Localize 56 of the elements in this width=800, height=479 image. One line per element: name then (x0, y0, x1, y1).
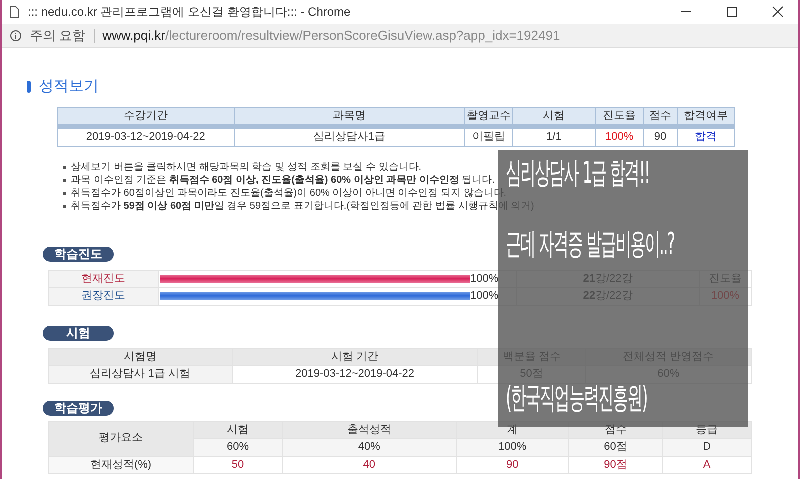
table-cell: 이필립 (464, 126, 513, 146)
column-header: 과목명 (234, 107, 465, 126)
bullet-icon (63, 192, 66, 194)
table-cell: 50 (194, 456, 282, 474)
column-header: 수강기간 (58, 107, 234, 126)
info-icon[interactable] (10, 30, 22, 42)
title-marker-icon (27, 81, 31, 94)
caption-text: 근데 자격증 발급비용이..? (506, 231, 675, 258)
column-header: 합격여부 (678, 107, 734, 126)
table-cell: 100% (456, 438, 569, 456)
column-header: 시험명 (48, 348, 232, 366)
table-cell: 심리상담사 1급 시험 (48, 366, 232, 383)
column-header: 점수 (644, 107, 678, 126)
page-title: 성적보기 (39, 77, 99, 97)
table-cell: 90 (456, 456, 569, 474)
table-cell: A (662, 456, 752, 474)
section-heading: 시험 (43, 326, 114, 340)
column-header: 진도율 (596, 107, 644, 126)
table-cell: 2019-03-12~2019-04-22 (58, 126, 234, 146)
result-link[interactable]: 합격 (678, 126, 734, 146)
page-icon (10, 6, 20, 18)
address-bar[interactable]: 주의 요함 www.pqi.kr/lectureroom/resultview/PersonScoreGisuView.asp?app_idx=192491 (2, 24, 798, 48)
table-cell: 2019-03-12~2019-04-22 (232, 366, 478, 383)
row-label: 현재진도 (48, 270, 158, 288)
table-cell: 90점 (568, 456, 663, 474)
table-cell: D (662, 438, 752, 456)
caption-text: 심리상담사 1급 합격!! (506, 160, 650, 187)
column-header: 촬영교수 (464, 107, 513, 126)
table-cell: 심리상담사1급 (234, 126, 465, 146)
column-header: 시험 (194, 421, 282, 438)
table-cell: 1/1 (512, 126, 596, 146)
table-cell: 60% (194, 438, 282, 456)
close-icon[interactable] (772, 6, 784, 18)
table-cell: 100% (596, 126, 644, 146)
window-title: ::: nedu.co.kr 관리프로그램에 오신걸 환영합니다::: - Chrome (28, 4, 352, 21)
note-text: 상세보기 버튼을 클릭하시면 해당과목의 학습 및 성적 조회를 보실 수 있습니다. (71, 160, 422, 174)
table-cell: 90 (644, 126, 678, 146)
column-header: 시험 기간 (232, 348, 478, 366)
table-cell: 40 (282, 456, 456, 474)
row-label: 권장진도 (48, 288, 158, 305)
bullet-icon (63, 204, 66, 208)
row-header: 평가요소 (48, 421, 194, 456)
bullet-icon (63, 178, 66, 182)
table-cell: 60점 (568, 438, 663, 456)
caption-text: (한국직업능력진흥원) (506, 385, 648, 412)
table-cell: 40% (282, 438, 456, 456)
row-label: 현재성적(%) (48, 456, 194, 474)
url-text: www.pqi.kr/lectureroom/resultview/PersonScoreGisuView.asp?app_idx=192491 (102, 26, 560, 45)
section-heading: 학습진도 (43, 246, 114, 262)
column-header: 시험 (512, 107, 596, 126)
bullet-icon (63, 166, 66, 168)
security-label: 주의 요함 (30, 26, 86, 45)
maximize-icon[interactable] (726, 6, 738, 18)
note-text: 과목 이수인정 기준은 취득점수 60점 이상, 진도율(출석율) 60% 이상인 과목만 이수인정 됩니다. (71, 174, 495, 186)
column-header: 출석성적 (282, 421, 456, 438)
section-heading: 학습평가 (43, 400, 114, 416)
